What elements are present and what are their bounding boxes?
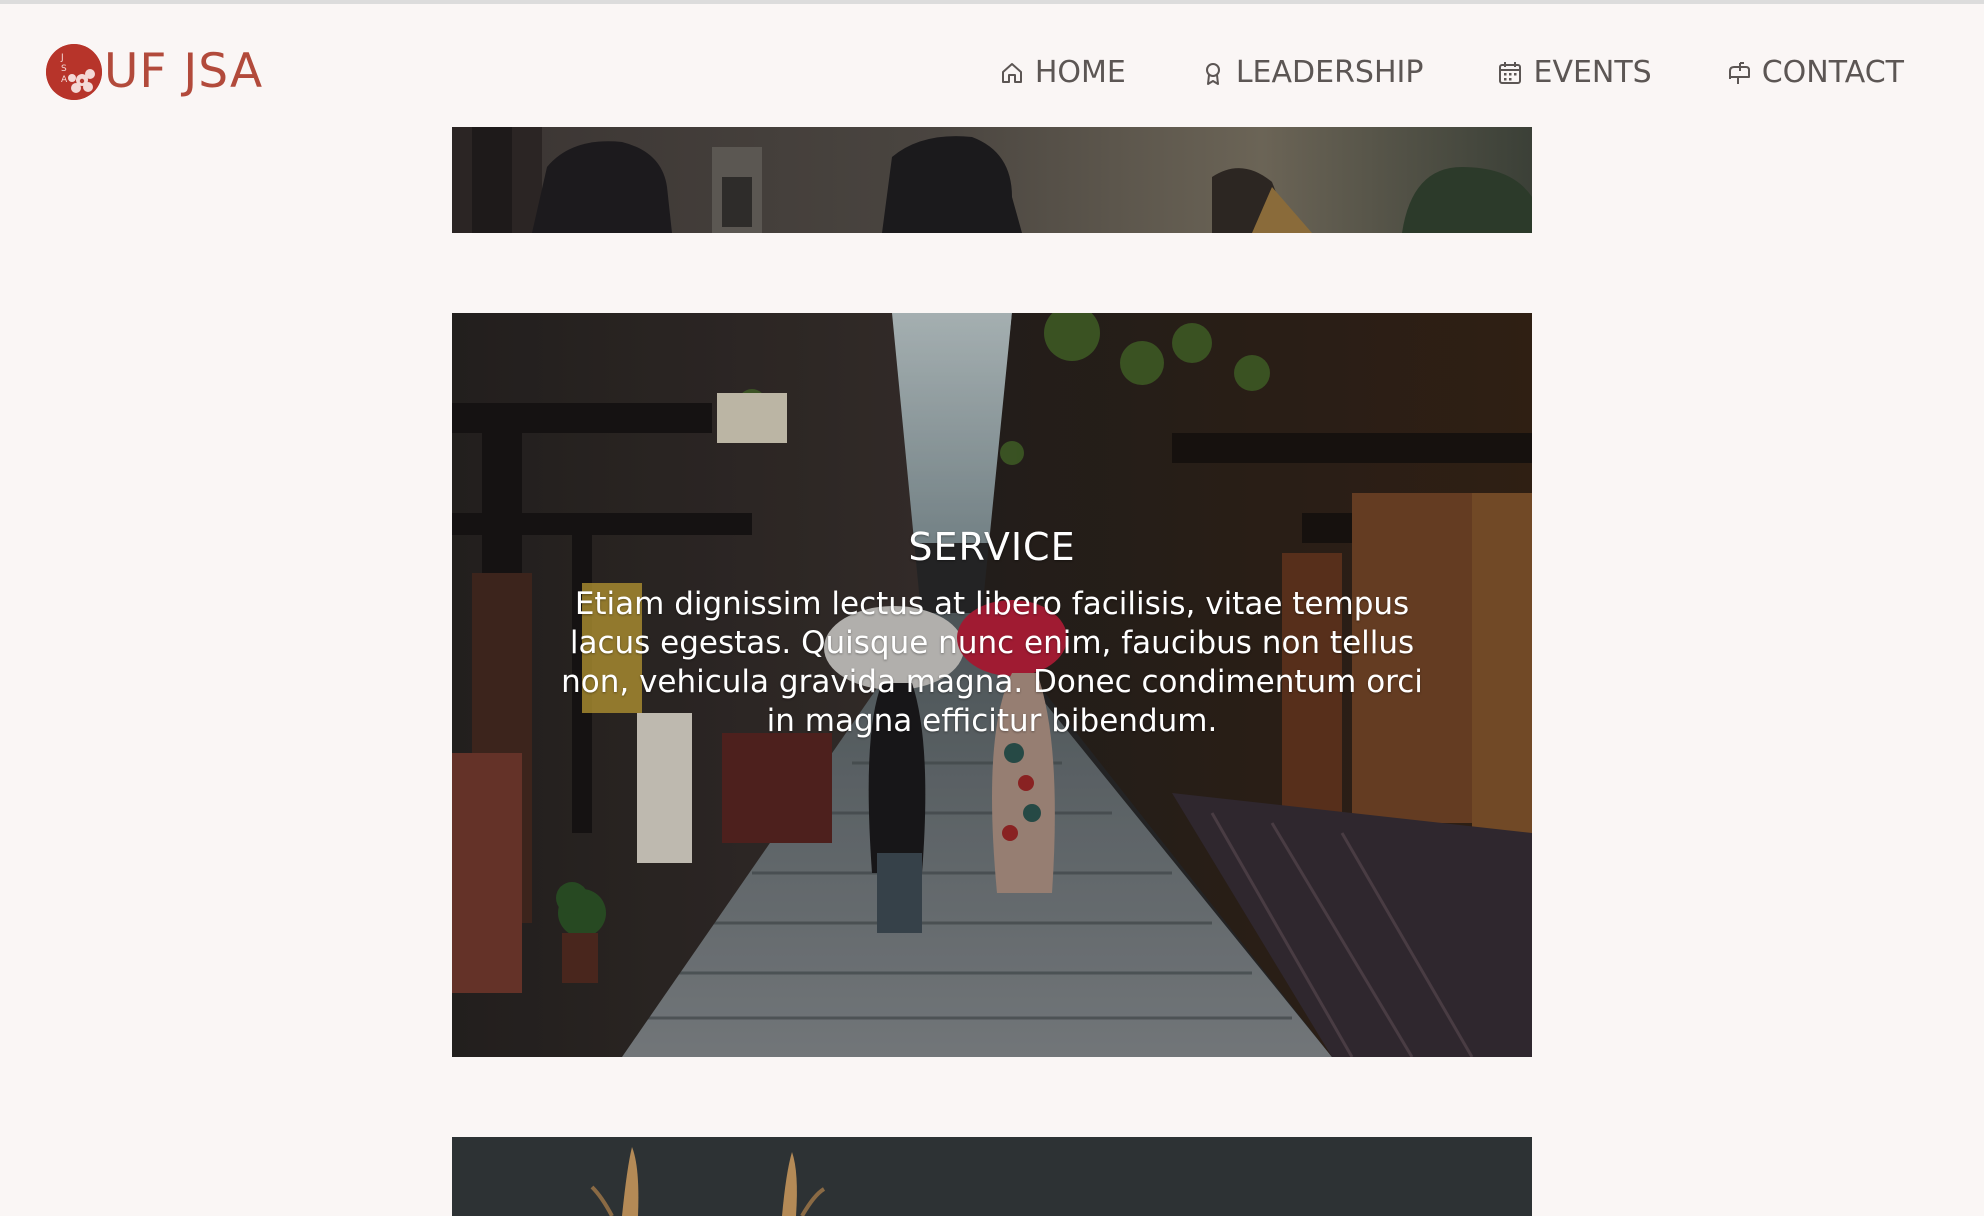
brand-name: UF JSA xyxy=(104,44,264,99)
svg-text:J: J xyxy=(60,53,64,63)
service-section: SERVICE Etiam dignissim lectus at libero… xyxy=(452,313,1532,1057)
nav-leadership[interactable]: LEADERSHIP xyxy=(1200,50,1424,96)
navbar: J S A UF JSA HOME LEADERSHIP EVENTS CONT… xyxy=(0,4,1984,127)
svg-text:S: S xyxy=(61,64,67,74)
svg-text:A: A xyxy=(61,75,68,85)
nav-home-label: HOME xyxy=(1034,55,1126,90)
service-title: SERVICE xyxy=(908,525,1076,569)
brand-link[interactable]: J S A UF JSA xyxy=(46,42,263,102)
award-icon xyxy=(1200,60,1226,86)
cherry-blossom-icon: J S A xyxy=(46,44,102,100)
home-icon xyxy=(999,60,1025,86)
jsa-logo: J S A xyxy=(46,44,102,100)
mailbox-icon xyxy=(1726,60,1752,86)
calendar-icon xyxy=(1497,60,1523,86)
section-image-top xyxy=(452,127,1532,233)
dark-photo xyxy=(452,1137,1532,1216)
section-image-bottom xyxy=(452,1137,1532,1216)
nav-events[interactable]: EVENTS xyxy=(1497,50,1652,96)
street-photo xyxy=(452,127,1532,233)
nav-contact[interactable]: CONTACT xyxy=(1726,50,1904,96)
nav-contact-label: CONTACT xyxy=(1761,55,1904,90)
main-nav: HOME LEADERSHIP EVENTS CONTACT xyxy=(999,50,1904,96)
nav-home[interactable]: HOME xyxy=(999,50,1126,96)
nav-events-label: EVENTS xyxy=(1533,55,1652,90)
nav-leadership-label: LEADERSHIP xyxy=(1235,55,1424,90)
service-description: Etiam dignissim lectus at libero facilis… xyxy=(561,586,1423,739)
